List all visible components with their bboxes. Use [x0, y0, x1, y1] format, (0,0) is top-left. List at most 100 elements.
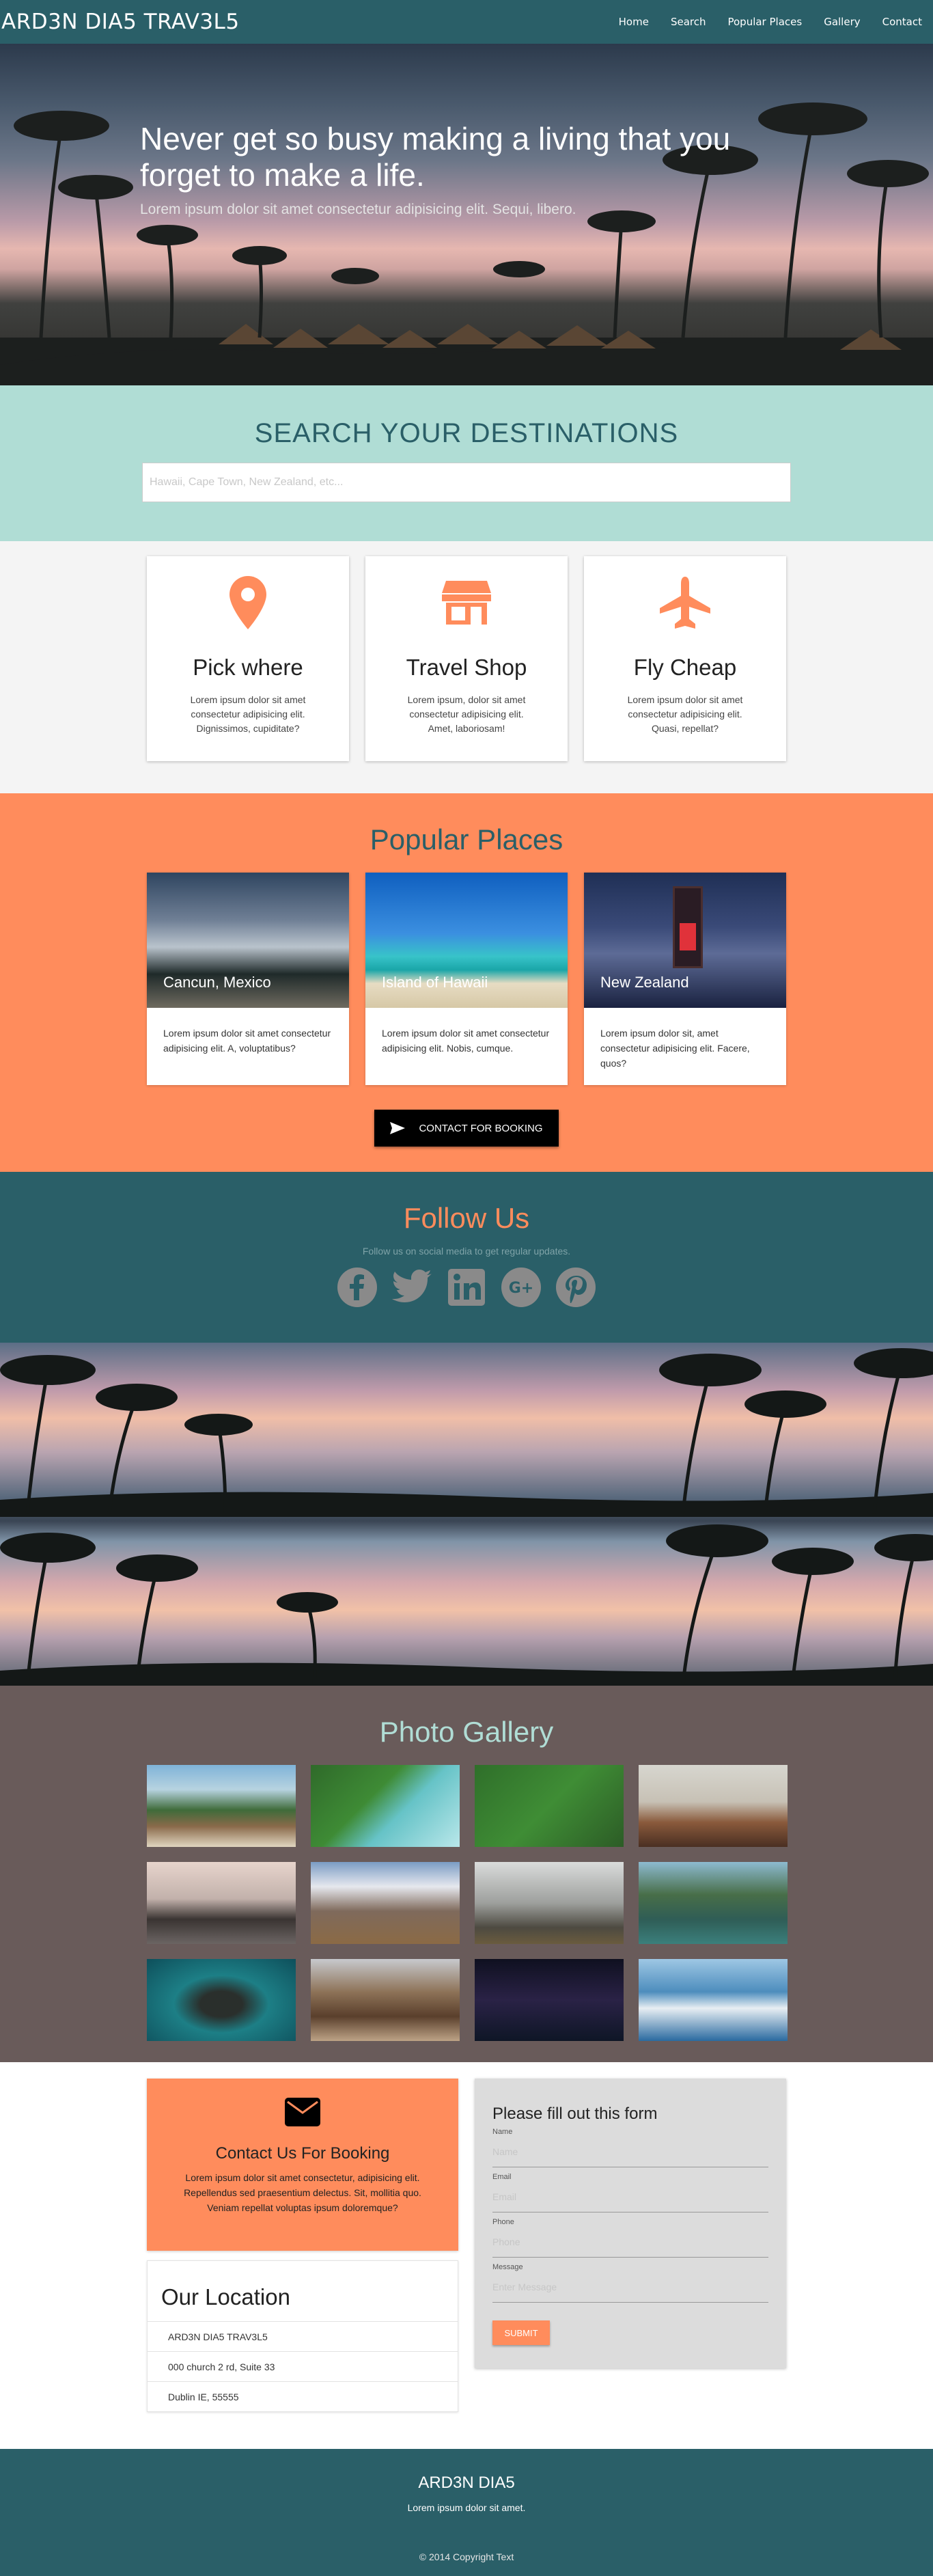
gallery-heading: Photo Gallery	[379, 1716, 554, 1748]
gallery-photo-boat-green-water[interactable]	[475, 1765, 624, 1847]
submit-button[interactable]: SUBMIT	[492, 2320, 550, 2345]
palm-silhouettes	[0, 1348, 933, 1686]
email-label: Email	[492, 2173, 512, 2181]
location-line: Dublin IE, 55555	[148, 2381, 458, 2411]
name-label: Name	[492, 2128, 513, 2136]
svg-text:G+: G+	[509, 1280, 534, 1297]
send-icon	[390, 1122, 406, 1134]
envelope-icon	[285, 2098, 320, 2126]
feature-card-travel-shop: Travel Shop Lorem ipsum, dolor sit amet …	[365, 556, 568, 761]
nav-gallery[interactable]: Gallery	[824, 16, 860, 28]
contact-card-text: Lorem ipsum dolor sit amet consectetur, …	[184, 2172, 421, 2213]
place-name: Island of Hawaii	[382, 974, 488, 991]
brand-logo[interactable]: ARD3N DIA5 TRAV3L5	[0, 10, 240, 34]
nav-links: Home Search Popular Places Gallery Conta…	[597, 16, 933, 28]
phone-field-group: Phone	[492, 2218, 768, 2258]
phone-label: Phone	[492, 2218, 514, 2226]
gallery-photo-misty-lake[interactable]	[147, 1862, 296, 1944]
feature-card-fly-cheap: Fly Cheap Lorem ipsum dolor sit amet con…	[584, 556, 786, 761]
place-image: New Zealand	[584, 873, 786, 1008]
place-text: Lorem ipsum dolor sit, amet consectetur …	[600, 1028, 750, 1069]
gallery-photo-airplane-runway[interactable]	[639, 1765, 788, 1847]
parallax-palm-image	[0, 1343, 933, 1686]
social-links: G+	[0, 1268, 933, 1307]
gallery-photo-sea-turtle[interactable]	[147, 1959, 296, 2041]
place-text: Lorem ipsum dolor sit amet consectetur a…	[382, 1028, 550, 1054]
pinterest-icon[interactable]	[556, 1268, 596, 1307]
phone-input[interactable]	[492, 2226, 768, 2258]
contact-card-title: Contact Us For Booking	[215, 2144, 390, 2163]
linkedin-icon[interactable]	[447, 1268, 486, 1307]
twitter-icon[interactable]	[392, 1268, 432, 1307]
gallery-photo-kayak-river[interactable]	[639, 1862, 788, 1944]
footer: ARD3N DIA5 Lorem ipsum dolor sit amet. ©…	[0, 2449, 933, 2576]
place-image: Cancun, Mexico	[147, 873, 349, 1008]
message-input[interactable]	[492, 2271, 768, 2303]
search-section: SEARCH YOUR DESTINATIONS	[0, 385, 933, 541]
follow-subtitle: Follow us on social media to get regular…	[362, 1246, 571, 1257]
gallery-photo-foggy-forest[interactable]	[475, 1862, 624, 1944]
message-label: Message	[492, 2263, 523, 2271]
feature-card-pick-where: Pick where Lorem ipsum dolor sit amet co…	[147, 556, 349, 761]
feature-title: Pick where	[193, 655, 303, 680]
booking-form: Please fill out this form Name Email Pho…	[475, 2079, 786, 2368]
place-card-hawaii[interactable]: Island of Hawaii Lorem ipsum dolor sit a…	[365, 873, 568, 1085]
destination-search-input[interactable]	[142, 463, 791, 502]
map-pin-icon	[147, 575, 349, 630]
contact-booking-card: Contact Us For Booking Lorem ipsum dolor…	[147, 2079, 458, 2251]
place-name: New Zealand	[600, 974, 689, 991]
navbar: ARD3N DIA5 TRAV3L5 Home Search Popular P…	[0, 0, 933, 44]
gallery-photo-temple[interactable]	[311, 1959, 460, 2041]
search-heading: SEARCH YOUR DESTINATIONS	[254, 418, 679, 448]
message-field-group: Message	[492, 2263, 768, 2303]
place-text: Lorem ipsum dolor sit amet consectetur a…	[163, 1028, 331, 1054]
footer-tagline: Lorem ipsum dolor sit amet.	[407, 2502, 526, 2513]
follow-heading: Follow Us	[403, 1202, 530, 1234]
feature-text: Lorem ipsum dolor sit amet consectetur a…	[627, 694, 743, 734]
follow-section: Follow Us Follow us on social media to g…	[0, 1172, 933, 1343]
hero-section: Never get so busy making a living that y…	[0, 44, 933, 385]
gallery-photo-night-water[interactable]	[475, 1959, 624, 2041]
location-line: ARD3N DIA5 TRAV3L5	[148, 2321, 458, 2351]
feature-title: Fly Cheap	[633, 655, 737, 680]
features-section: Pick where Lorem ipsum dolor sit amet co…	[0, 541, 933, 793]
hero-text: Never get so busy making a living that y…	[140, 121, 782, 218]
name-input[interactable]	[492, 2136, 768, 2167]
contact-section: Contact Us For Booking Lorem ipsum dolor…	[0, 2062, 933, 2449]
gallery-photo-boat-bow[interactable]	[639, 1959, 788, 2041]
footer-copyright: © 2014 Copyright Text	[419, 2551, 514, 2562]
store-icon	[365, 575, 568, 630]
place-card-new-zealand[interactable]: New Zealand Lorem ipsum dolor sit, amet …	[584, 873, 786, 1085]
email-input[interactable]	[492, 2181, 768, 2212]
form-title: Please fill out this form	[492, 2105, 658, 2123]
place-image: Island of Hawaii	[365, 873, 568, 1008]
feature-text: Lorem ipsum dolor sit amet consectetur a…	[190, 694, 306, 734]
popular-places-section: Popular Places Cancun, Mexico Lorem ipsu…	[0, 793, 933, 1172]
nav-search[interactable]: Search	[671, 16, 706, 28]
name-field-group: Name	[492, 2128, 768, 2167]
gallery-photo-mountains[interactable]	[311, 1862, 460, 1944]
place-card-cancun[interactable]: Cancun, Mexico Lorem ipsum dolor sit ame…	[147, 873, 349, 1085]
popular-heading: Popular Places	[370, 823, 563, 855]
place-name: Cancun, Mexico	[163, 974, 271, 991]
gallery-section: Photo Gallery	[0, 1686, 933, 2062]
location-title: Our Location	[161, 2284, 290, 2310]
location-card: Our Location ARD3N DIA5 TRAV3L5 000 chur…	[147, 2260, 458, 2412]
gallery-photo-seaplane[interactable]	[311, 1765, 460, 1847]
booking-button-label: CONTACT FOR BOOKING	[419, 1122, 543, 1134]
hero-subtitle: Lorem ipsum dolor sit amet consectetur a…	[140, 201, 576, 217]
feature-title: Travel Shop	[406, 655, 527, 680]
google-plus-icon[interactable]: G+	[501, 1268, 541, 1307]
nav-contact[interactable]: Contact	[882, 16, 922, 28]
email-field-group: Email	[492, 2173, 768, 2212]
gallery-photo-beach-huts[interactable]	[147, 1765, 296, 1847]
airplane-icon	[584, 575, 786, 630]
facebook-icon[interactable]	[337, 1268, 377, 1307]
location-line: 000 church 2 rd, Suite 33	[148, 2351, 458, 2381]
hero-title: Never get so busy making a living that y…	[140, 121, 731, 193]
nav-home[interactable]: Home	[619, 16, 649, 28]
contact-for-booking-button[interactable]: CONTACT FOR BOOKING	[374, 1110, 559, 1147]
nav-popular-places[interactable]: Popular Places	[727, 16, 802, 28]
gallery-grid	[147, 1765, 788, 2041]
footer-brand: ARD3N DIA5	[418, 2474, 515, 2492]
